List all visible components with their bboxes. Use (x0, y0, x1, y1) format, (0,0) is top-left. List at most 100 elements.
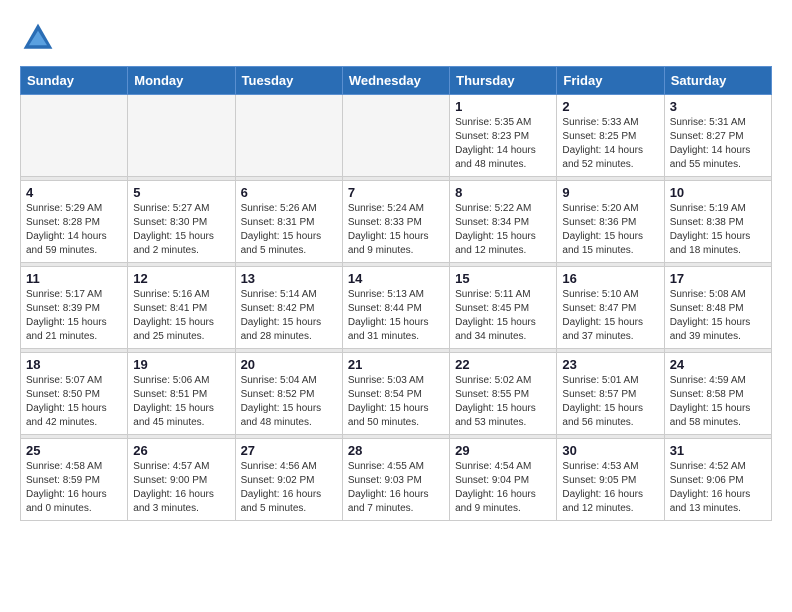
day-info: Sunrise: 4:55 AMSunset: 9:03 PMDaylight:… (348, 460, 444, 516)
day-number: 8 (455, 185, 551, 200)
calendar-day-cell: 25 Sunrise: 4:58 AMSunset: 8:59 PMDayligh… (21, 439, 128, 521)
day-info: Sunrise: 5:13 AMSunset: 8:44 PMDaylight:… (348, 288, 444, 344)
calendar-day-cell: 28 Sunrise: 4:55 AMSunset: 9:03 PMDayligh… (342, 439, 449, 521)
day-number: 18 (26, 357, 122, 372)
day-info: Sunrise: 5:11 AMSunset: 8:45 PMDaylight:… (455, 288, 551, 344)
calendar-day-cell: 4 Sunrise: 5:29 AMSunset: 8:28 PMDaylight… (21, 181, 128, 263)
calendar-day-cell (21, 95, 128, 177)
day-info: Sunrise: 5:19 AMSunset: 8:38 PMDaylight:… (670, 202, 766, 258)
calendar-day-cell: 5 Sunrise: 5:27 AMSunset: 8:30 PMDaylight… (128, 181, 235, 263)
day-number: 22 (455, 357, 551, 372)
calendar-day-cell: 6Sunrise: 5:26 AMSunset: 8:31 PMDaylight… (235, 181, 342, 263)
calendar-day-cell: 8 Sunrise: 5:22 AMSunset: 8:34 PMDaylight… (450, 181, 557, 263)
day-number: 3 (670, 99, 766, 114)
day-info: Sunrise: 5:27 AMSunset: 8:30 PMDaylight:… (133, 202, 229, 258)
calendar-week-row: 4 Sunrise: 5:29 AMSunset: 8:28 PMDaylight… (21, 181, 772, 263)
calendar-week-row: 25 Sunrise: 4:58 AMSunset: 8:59 PMDayligh… (21, 439, 772, 521)
weekday-header: Tuesday (235, 67, 342, 95)
day-number: 14 (348, 271, 444, 286)
day-number: 15 (455, 271, 551, 286)
day-info: Sunrise: 5:35 AMSunset: 8:23 PMDaylight:… (455, 116, 551, 172)
day-info: Sunrise: 5:22 AMSunset: 8:34 PMDaylight:… (455, 202, 551, 258)
calendar-day-cell: 24 Sunrise: 4:59 AMSunset: 8:58 PMDayligh… (664, 353, 771, 435)
calendar-day-cell: 14 Sunrise: 5:13 AMSunset: 8:44 PMDayligh… (342, 267, 449, 349)
day-info: Sunrise: 4:52 AMSunset: 9:06 PMDaylight:… (670, 460, 766, 516)
calendar-day-cell: 9 Sunrise: 5:20 AMSunset: 8:36 PMDaylight… (557, 181, 664, 263)
day-info: Sunrise: 5:20 AMSunset: 8:36 PMDaylight:… (562, 202, 658, 258)
day-number: 2 (562, 99, 658, 114)
calendar-day-cell: 27 Sunrise: 4:56 AMSunset: 9:02 PMDayligh… (235, 439, 342, 521)
calendar-day-cell: 20 Sunrise: 5:04 AMSunset: 8:52 PMDayligh… (235, 353, 342, 435)
day-number: 19 (133, 357, 229, 372)
day-number: 17 (670, 271, 766, 286)
day-number: 25 (26, 443, 122, 458)
day-number: 21 (348, 357, 444, 372)
day-info: Sunrise: 4:58 AMSunset: 8:59 PMDaylight:… (26, 460, 122, 516)
day-info: Sunrise: 4:59 AMSunset: 8:58 PMDaylight:… (670, 374, 766, 430)
day-info: Sunrise: 4:53 AMSunset: 9:05 PMDaylight:… (562, 460, 658, 516)
day-number: 27 (241, 443, 337, 458)
calendar-day-cell: 21Sunrise: 5:03 AMSunset: 8:54 PMDayligh… (342, 353, 449, 435)
calendar-day-cell (235, 95, 342, 177)
logo (20, 20, 62, 56)
calendar-day-cell: 7Sunrise: 5:24 AMSunset: 8:33 PMDaylight… (342, 181, 449, 263)
day-number: 29 (455, 443, 551, 458)
day-info: Sunrise: 5:17 AMSunset: 8:39 PMDaylight:… (26, 288, 122, 344)
calendar-day-cell (342, 95, 449, 177)
day-info: Sunrise: 5:08 AMSunset: 8:48 PMDaylight:… (670, 288, 766, 344)
day-info: Sunrise: 5:01 AMSunset: 8:57 PMDaylight:… (562, 374, 658, 430)
calendar-day-cell: 31 Sunrise: 4:52 AMSunset: 9:06 PMDayligh… (664, 439, 771, 521)
day-info: Sunrise: 4:57 AMSunset: 9:00 PMDaylight:… (133, 460, 229, 516)
day-number: 30 (562, 443, 658, 458)
day-info: Sunrise: 5:29 AMSunset: 8:28 PMDaylight:… (26, 202, 122, 258)
calendar-day-cell (128, 95, 235, 177)
calendar-week-row: 18 Sunrise: 5:07 AMSunset: 8:50 PMDayligh… (21, 353, 772, 435)
logo-icon (20, 20, 56, 56)
weekday-header: Thursday (450, 67, 557, 95)
day-number: 16 (562, 271, 658, 286)
calendar-day-cell: 19 Sunrise: 5:06 AMSunset: 8:51 PMDayligh… (128, 353, 235, 435)
day-info: Sunrise: 4:56 AMSunset: 9:02 PMDaylight:… (241, 460, 337, 516)
day-info: Sunrise: 5:06 AMSunset: 8:51 PMDaylight:… (133, 374, 229, 430)
day-info: Sunrise: 5:14 AMSunset: 8:42 PMDaylight:… (241, 288, 337, 344)
day-number: 24 (670, 357, 766, 372)
calendar-day-cell: 22 Sunrise: 5:02 AMSunset: 8:55 PMDayligh… (450, 353, 557, 435)
day-number: 7 (348, 185, 444, 200)
calendar-day-cell: 16 Sunrise: 5:10 AMSunset: 8:47 PMDayligh… (557, 267, 664, 349)
day-number: 26 (133, 443, 229, 458)
calendar-day-cell: 1 Sunrise: 5:35 AMSunset: 8:23 PMDaylight… (450, 95, 557, 177)
day-info: Sunrise: 5:31 AMSunset: 8:27 PMDaylight:… (670, 116, 766, 172)
calendar-day-cell: 30 Sunrise: 4:53 AMSunset: 9:05 PMDayligh… (557, 439, 664, 521)
day-info: Sunrise: 5:10 AMSunset: 8:47 PMDaylight:… (562, 288, 658, 344)
weekday-header: Monday (128, 67, 235, 95)
day-info: Sunrise: 5:33 AMSunset: 8:25 PMDaylight:… (562, 116, 658, 172)
calendar-week-row: 11Sunrise: 5:17 AMSunset: 8:39 PMDayligh… (21, 267, 772, 349)
day-number: 20 (241, 357, 337, 372)
weekday-header: Wednesday (342, 67, 449, 95)
weekday-header: Saturday (664, 67, 771, 95)
day-info: Sunrise: 5:07 AMSunset: 8:50 PMDaylight:… (26, 374, 122, 430)
calendar-day-cell: 17 Sunrise: 5:08 AMSunset: 8:48 PMDayligh… (664, 267, 771, 349)
day-number: 6 (241, 185, 337, 200)
day-number: 28 (348, 443, 444, 458)
page-container: SundayMondayTuesdayWednesdayThursdayFrid… (0, 0, 792, 531)
day-number: 4 (26, 185, 122, 200)
calendar-table: SundayMondayTuesdayWednesdayThursdayFrid… (20, 66, 772, 521)
calendar-day-cell: 12Sunrise: 5:16 AMSunset: 8:41 PMDayligh… (128, 267, 235, 349)
day-number: 9 (562, 185, 658, 200)
day-number: 13 (241, 271, 337, 286)
weekday-header: Friday (557, 67, 664, 95)
day-number: 31 (670, 443, 766, 458)
calendar-day-cell: 10 Sunrise: 5:19 AMSunset: 8:38 PMDayligh… (664, 181, 771, 263)
day-number: 5 (133, 185, 229, 200)
day-info: Sunrise: 5:02 AMSunset: 8:55 PMDaylight:… (455, 374, 551, 430)
day-info: Sunrise: 5:16 AMSunset: 8:41 PMDaylight:… (133, 288, 229, 344)
calendar-day-cell: 2 Sunrise: 5:33 AMSunset: 8:25 PMDaylight… (557, 95, 664, 177)
day-number: 10 (670, 185, 766, 200)
day-info: Sunrise: 5:04 AMSunset: 8:52 PMDaylight:… (241, 374, 337, 430)
page-header (20, 20, 772, 56)
day-info: Sunrise: 4:54 AMSunset: 9:04 PMDaylight:… (455, 460, 551, 516)
day-number: 1 (455, 99, 551, 114)
calendar-day-cell: 23Sunrise: 5:01 AMSunset: 8:57 PMDayligh… (557, 353, 664, 435)
calendar-day-cell: 3 Sunrise: 5:31 AMSunset: 8:27 PMDaylight… (664, 95, 771, 177)
